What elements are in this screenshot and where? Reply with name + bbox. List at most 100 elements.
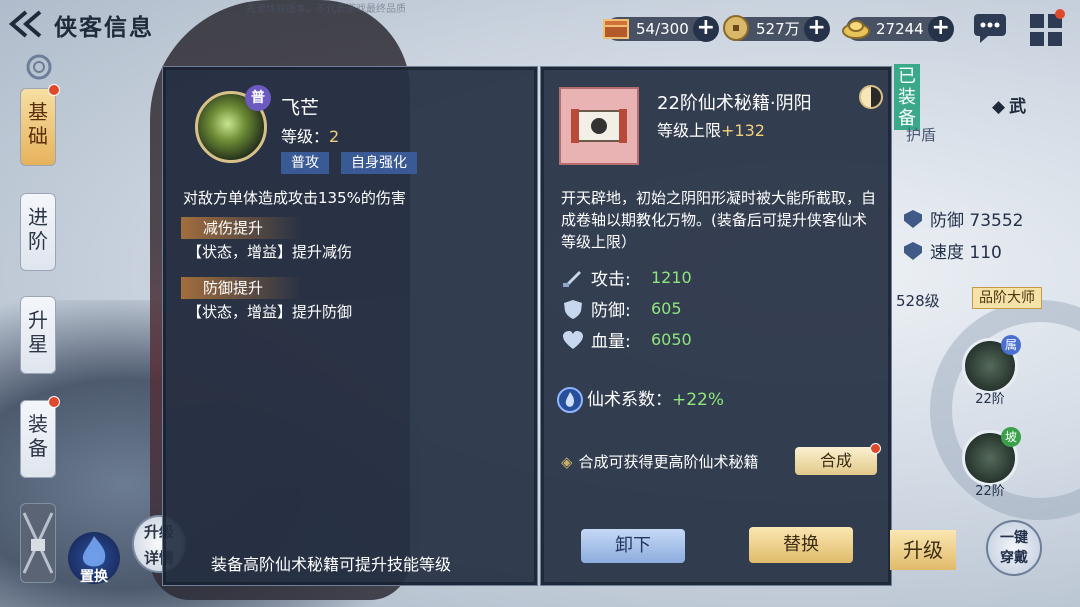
item-description: 开天辟地，初始之阴阳形凝时被大能所截取，自成卷轴以期教化万物。(装备后可提升侠客… xyxy=(561,189,877,251)
tab-equip-label: 装备 xyxy=(28,412,48,460)
synthesize-button[interactable]: 合成 xyxy=(795,443,881,475)
gold-ingot-icon xyxy=(842,20,870,39)
resource-chest: 54/300 + xyxy=(603,14,719,44)
notification-dot xyxy=(870,443,881,454)
skill-level-label: 等级： xyxy=(281,127,330,146)
speed-icon xyxy=(904,242,922,260)
slot-1-level: 22阶 xyxy=(975,392,1005,407)
equip-slot-1[interactable]: 属 22阶 xyxy=(962,335,1021,407)
hero-speed-label: 速度 xyxy=(930,243,964,263)
grade-master-badge: 品阶大师 xyxy=(972,287,1042,309)
slot-2-attr: 坡 xyxy=(1001,427,1021,447)
top-bar: 侠客信息 先遣体验版本，不代表游戏最终品质 54/300 + 527万 + 27… xyxy=(0,0,1080,52)
skill-tag-basic-attack: 普攻 xyxy=(281,152,329,174)
chest-icon xyxy=(603,19,629,39)
spell-coefficient: 仙术系数：+22% xyxy=(557,385,724,413)
swirl-icon xyxy=(26,54,52,80)
notification-dot xyxy=(48,84,60,96)
effect-1-body: 【状态，增益】提升减伤 xyxy=(187,243,353,261)
back-arrow-icon xyxy=(8,10,42,38)
stat-attack: 攻击: 1210 xyxy=(561,265,692,290)
martial-type-label: 武 xyxy=(1009,97,1027,117)
item-limit-value: +132 xyxy=(721,121,765,140)
shield-icon xyxy=(564,299,582,319)
locked-tab[interactable] xyxy=(20,503,56,583)
resource-coin: 527万 + xyxy=(723,14,830,44)
grid-menu-icon xyxy=(1030,9,1065,46)
equipped-tag: 已装备 xyxy=(894,64,920,130)
tab-basic[interactable]: 基础 xyxy=(20,84,60,166)
martial-type: ◆ 武 xyxy=(992,92,1026,117)
onekey-label-1: 一键 xyxy=(1000,530,1028,546)
item-limit-label: 等级上限 xyxy=(657,121,722,140)
diamond-icon: ◆ xyxy=(992,97,1006,117)
synthesize-label: 合成 xyxy=(819,451,852,470)
tab-basic-label: 基础 xyxy=(28,100,48,148)
skill-footer: 装备高阶仙术秘籍可提升技能等级 xyxy=(211,555,452,574)
tab-equip[interactable]: 装备 xyxy=(20,396,60,478)
skill-panel: 普 飞芒 等级：2 普攻 自身强化 对敌方单体造成攻击135%的伤害 减伤提升 … xyxy=(162,66,538,586)
spell-flame-icon xyxy=(557,387,583,413)
stat-attack-value: 1210 xyxy=(651,268,692,287)
hero-defense: 防御 73552 xyxy=(904,206,1024,231)
tab-advance[interactable]: 进阶 xyxy=(20,193,56,271)
hero-defense-label: 防御 xyxy=(930,211,964,231)
swap-button[interactable]: 置换 xyxy=(68,532,120,585)
stat-attack-label: 攻击: xyxy=(591,270,631,290)
skill-description: 对敌方单体造成攻击135%的伤害 xyxy=(183,189,406,207)
coef-value: +22% xyxy=(672,390,725,410)
menu-button[interactable] xyxy=(1026,8,1066,48)
stat-hp-value: 6050 xyxy=(651,330,692,349)
chain-lock-icon xyxy=(22,512,54,574)
slot-2-level: 22阶 xyxy=(975,484,1005,499)
skill-level-value: 2 xyxy=(329,127,340,146)
synth-hint: ◈ 合成可获得更高阶仙术秘籍 xyxy=(561,451,759,472)
stat-defense: 防御: 605 xyxy=(561,296,682,321)
hero-defense-value: 73552 xyxy=(969,211,1024,231)
stat-defense-value: 605 xyxy=(651,299,682,318)
effect-2-title: 防御提升 xyxy=(181,277,301,299)
shield-label: 护盾 xyxy=(906,126,937,144)
add-coin-button[interactable]: + xyxy=(803,16,830,42)
one-key-equip-button[interactable]: 一键 穿戴 xyxy=(986,520,1042,576)
page-title: 侠客信息 xyxy=(54,15,154,41)
add-chest-button[interactable]: + xyxy=(692,16,719,42)
coef-label: 仙术系数： xyxy=(587,390,672,410)
notification-dot xyxy=(48,396,60,408)
stat-hp: 血量: 6050 xyxy=(561,327,692,352)
skill-tag-self-buff: 自身强化 xyxy=(341,152,417,174)
skill-level: 等级：2 xyxy=(281,123,339,147)
resource-gold-value: 27244 xyxy=(876,20,924,38)
hero-speed-value: 110 xyxy=(969,243,1002,263)
hero-level: 528级 xyxy=(896,292,940,310)
tab-advance-label: 进阶 xyxy=(28,205,48,253)
synth-hint-text: 合成可获得更高阶仙术秘籍 xyxy=(578,453,759,471)
hero-speed: 速度 110 xyxy=(904,238,1002,263)
slot-1-attr: 属 xyxy=(1001,335,1021,355)
add-gold-button[interactable]: + xyxy=(927,16,954,42)
scroll-icon xyxy=(559,87,639,165)
heart-icon xyxy=(563,330,583,349)
upgrade-button[interactable]: 升级 xyxy=(890,530,956,570)
item-title: 22阶仙术秘籍·阴阳 xyxy=(657,93,812,114)
coin-icon xyxy=(723,15,749,41)
version-note: 先遣体验版本，不代表游戏最终品质 xyxy=(246,4,406,15)
stat-defense-label: 防御: xyxy=(591,301,631,321)
diamond-bullet-icon: ◈ xyxy=(561,453,573,471)
unequip-button[interactable]: 卸下 xyxy=(581,529,685,563)
stat-hp-label: 血量: xyxy=(591,332,631,352)
chat-button[interactable] xyxy=(970,10,1010,46)
resource-gold: 27244 + xyxy=(842,14,954,44)
equip-slot-2[interactable]: 坡 22阶 xyxy=(962,427,1021,499)
effect-2-body: 【状态，增益】提升防御 xyxy=(187,303,353,321)
skill-name: 飞芒 xyxy=(281,97,320,119)
defense-icon xyxy=(904,210,922,228)
back-button[interactable] xyxy=(4,6,48,42)
tab-star[interactable]: 升星 xyxy=(20,296,56,374)
yin-yang-icon xyxy=(859,85,883,109)
onekey-label-2: 穿戴 xyxy=(1000,550,1028,566)
replace-button[interactable]: 替换 xyxy=(749,527,853,563)
resource-chest-value: 54/300 xyxy=(636,20,689,38)
swap-label: 置换 xyxy=(80,569,108,585)
tab-star-label: 升星 xyxy=(28,308,48,356)
